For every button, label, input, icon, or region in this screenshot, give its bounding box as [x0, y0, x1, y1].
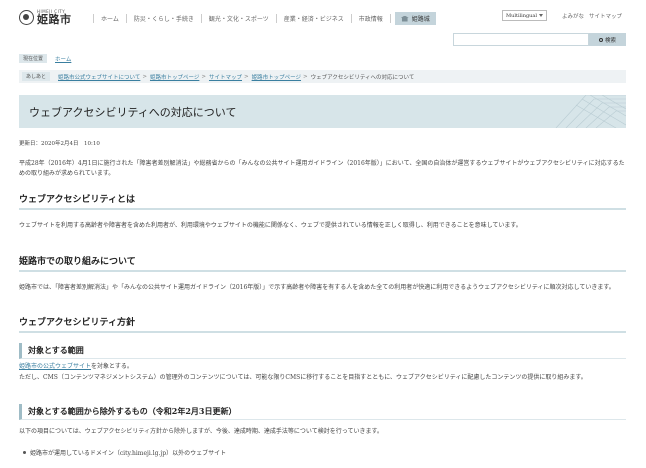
nav-industry[interactable]: 産業・経済・ビジネス [284, 14, 344, 23]
furigana-link[interactable]: よみがな [562, 12, 584, 20]
scope-line: 姫路市の公式ウェブサイトを対象とする。 [19, 362, 626, 372]
search-button-label: 検索 [604, 37, 616, 44]
list-item: 姫路市が運用しているドメイン（city.himeji.lg.jp）以外のウェブサ… [23, 448, 226, 457]
city-emblem-icon [19, 9, 34, 25]
heading-accessibility-policy: ウェブアクセシビリティ方針 [19, 315, 626, 333]
official-website-link[interactable]: 姫路市の公式ウェブサイト [19, 363, 91, 370]
nav-himeji-castle[interactable]: 姫路城 [394, 12, 436, 25]
page-title-banner: ウェブアクセシビリティへの対応について [19, 95, 626, 128]
location-label: 現在位置 [19, 54, 48, 63]
efforts-paragraph: 姫路市では、「障害者差別解消法」や「みんなの公共サイト運用ガイドライン（2016… [19, 284, 615, 291]
intro-paragraph: 平成28年（2016年）4月1日に施行された「障害者差別解消法」や総務省からの「… [19, 160, 625, 177]
logo-name: 姫路市 [37, 13, 72, 26]
breadcrumb-item[interactable]: サイトマップ [209, 73, 242, 81]
site-header: HIMEJI CITY 姫路市 ホーム 防災・くらし・手続き 観光・文化・スポー… [0, 0, 646, 32]
accessibility-definition: ウェブサイトを利用する高齢者や障害者を含めた利用者が、利用環境やウェブサイトの機… [19, 222, 522, 229]
breadcrumb: あしあと 姫路市公式ウェブサイトについて > 姫路市トップページ > サイトマップ >… [19, 70, 626, 83]
heading-what-is-accessibility: ウェブアクセシビリティとは [19, 192, 626, 210]
dropdown-arrow-icon [539, 14, 543, 17]
nav-home[interactable]: ホーム [101, 14, 119, 23]
multilingual-label: Multilingual [506, 12, 537, 19]
update-date: 更新日：2020年2月4日 10:10 [19, 141, 100, 147]
breadcrumb-item[interactable]: 姫路市トップページ [252, 73, 301, 81]
bullet-dot [23, 451, 26, 454]
heading-scope: 対象とする範囲 [19, 343, 626, 359]
castle-icon [400, 15, 409, 22]
multilingual-select[interactable]: Multilingual [502, 10, 547, 21]
heading-himeji-efforts: 姫路市での取り組みについて [19, 254, 626, 272]
breadcrumb-label: あしあと [22, 72, 51, 81]
exclusions-paragraph: 以下の項目については、ウェブアクセシビリティ方針から除外しますが、今後、達成時期… [19, 428, 383, 435]
breadcrumb-current: ウェブアクセシビリティへの対応について [310, 74, 415, 81]
nav-life[interactable]: 防災・くらし・手続き [134, 14, 194, 23]
site-logo[interactable]: HIMEJI CITY 姫路市 [19, 9, 72, 25]
nav-castle-label: 姫路城 [411, 16, 430, 23]
nav-tourism[interactable]: 観光・文化・スポーツ [209, 14, 269, 23]
breadcrumb-item[interactable]: 姫路市トップページ [150, 73, 199, 81]
breadcrumb-item[interactable]: 姫路市公式ウェブサイトについて [58, 73, 140, 81]
search-input[interactable] [453, 33, 589, 46]
page-title: ウェブアクセシビリティへの対応について [29, 106, 237, 119]
current-location: 現在位置 ホーム [19, 54, 71, 63]
nav-city-info[interactable]: 市政情報 [359, 14, 383, 23]
location-home-link[interactable]: ホーム [55, 55, 71, 63]
scope-note: ただし、CMS（コンテンツマネジメントシステム）の管理外のコンテンツについては、… [19, 374, 587, 381]
search-icon [598, 37, 603, 42]
global-nav: ホーム 防災・くらし・手続き 観光・文化・スポーツ 産業・経済・ビジネス 市政情… [86, 12, 436, 25]
search-button[interactable]: 検索 [589, 33, 626, 46]
heading-exclusions: 対象とする範囲から除外するもの（令和2年2月3日更新） [19, 404, 626, 420]
scope-suffix: を対象とする。 [91, 363, 133, 370]
list-item-text: 姫路市が運用しているドメイン（city.himeji.lg.jp）以外のウェブサ… [30, 450, 227, 457]
sitemap-link[interactable]: サイトマップ [589, 12, 622, 20]
castle-wall-pattern-icon [555, 95, 626, 128]
